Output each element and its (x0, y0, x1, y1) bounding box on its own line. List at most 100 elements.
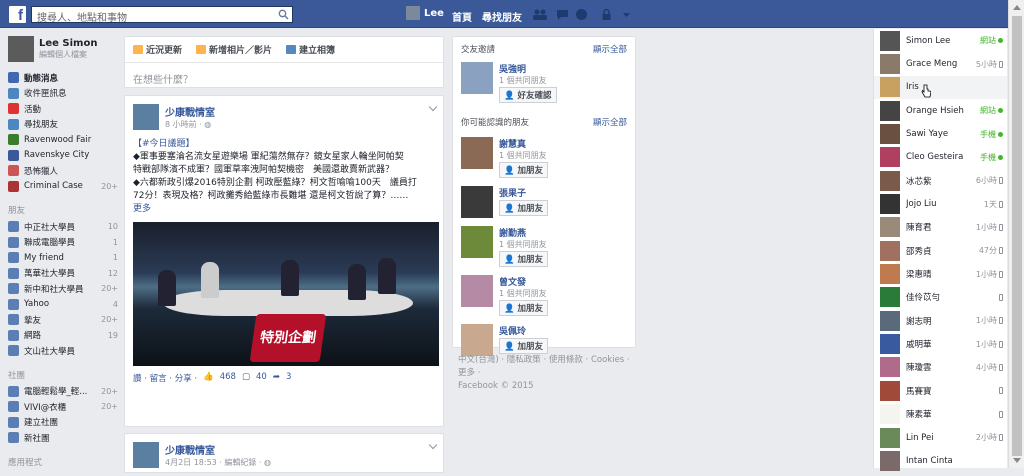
chat-contact[interactable]: 陳育君 1小時 (874, 216, 1007, 239)
avatar[interactable] (461, 324, 493, 356)
post-time[interactable]: 4月2日 18:53 · 編輯紀錄 · (165, 458, 264, 467)
messages-icon[interactable] (556, 8, 569, 21)
profile-link[interactable]: Lee Simon 編輯個人檔案 (8, 36, 118, 62)
sidebar-item[interactable]: Ravenskye City (8, 148, 118, 164)
add-friend-button[interactable]: 👤 加朋友 (499, 338, 549, 354)
status-input[interactable]: 在想些什麼？ (125, 63, 443, 94)
friend-requests-icon[interactable] (532, 8, 548, 21)
add-friend-button[interactable]: 👤 加朋友 (499, 300, 549, 316)
confirm-request-button[interactable]: 👤 好友確認 (499, 87, 557, 103)
page-avatar[interactable] (133, 442, 159, 468)
sidebar-item[interactable]: 電腦輕鬆學_輕... 20+ (8, 384, 118, 400)
see-all-requests-link[interactable]: 顯示全部 (593, 43, 627, 55)
find-friends-link[interactable]: 尋找朋友 (482, 9, 522, 24)
sidebar-item[interactable]: 新中和社大學員 20+ (8, 281, 118, 297)
search-input[interactable]: 搜尋人、地點和事物 (31, 6, 293, 24)
page-name-link[interactable]: 少康戰情室 (165, 104, 215, 119)
sidebar-item[interactable]: VIVI@衣櫃 20+ (8, 399, 118, 415)
sidebar-item[interactable]: 動態消息 (8, 70, 118, 86)
sidebar-item[interactable]: 建立社團 (8, 415, 118, 431)
chat-contact[interactable]: Simon Lee 網站 (874, 29, 1007, 52)
person-name-link[interactable]: 吳佩玲 (499, 324, 548, 337)
facebook-logo[interactable]: f (9, 6, 26, 24)
mutual-friends[interactable]: 1 個共同朋友 (499, 288, 548, 299)
sidebar-item[interactable]: Ravenwood Fair (8, 132, 118, 148)
chat-contact[interactable]: Sawi Yaye 手機 (874, 122, 1007, 145)
mutual-friends[interactable]: 1 個共同朋友 (499, 239, 548, 250)
sidebar-item[interactable]: 活動 (8, 101, 118, 117)
sidebar-item[interactable]: Yahoo 4 (8, 297, 118, 313)
scrollbar-thumb[interactable] (1012, 16, 1022, 456)
add-friend-button[interactable]: 👤 加朋友 (499, 200, 549, 216)
sidebar-item[interactable]: 尋找朋友 (8, 117, 118, 133)
person-name-link[interactable]: 曾文發 (499, 275, 548, 288)
chat-contact[interactable]: Jojo Liu 1天 (874, 192, 1007, 215)
person-name-link[interactable]: 吳強明 (499, 62, 557, 75)
hashtag-link[interactable]: 【#今日議題】 (133, 138, 435, 151)
footer-line[interactable]: 中文(台灣) · 隱私政策 · 使用條款 · Cookies · (458, 354, 636, 367)
person-name-link[interactable]: 張果子 (499, 186, 548, 199)
chat-contact[interactable]: 陳素華 (874, 403, 1007, 426)
chat-contact[interactable]: Grace Meng 5小時 (874, 52, 1007, 75)
sidebar-item[interactable]: Criminal Case 20+ (8, 179, 118, 195)
see-more-link[interactable]: 更多 (133, 203, 435, 216)
tab-status[interactable]: 近況更新 (133, 43, 182, 56)
chat-contact[interactable]: Lin Pei 2小時 (874, 426, 1007, 449)
search-icon[interactable] (278, 9, 289, 20)
notifications-globe-icon[interactable] (575, 8, 588, 21)
scroll-up-arrow[interactable] (1013, 5, 1021, 10)
top-user-link[interactable]: Lee (406, 6, 444, 20)
tab-photo[interactable]: 新增相片／影片 (196, 43, 272, 56)
edit-profile-link[interactable]: 編輯個人檔案 (39, 49, 97, 60)
chat-contact[interactable]: 戚明華 1小時 (874, 332, 1007, 355)
chat-contact[interactable]: 陳瓊雲 4小時 (874, 356, 1007, 379)
chat-contact[interactable]: 馬賽寶 (874, 379, 1007, 402)
chevron-down-icon[interactable] (622, 8, 631, 21)
mutual-friends[interactable]: 1 個共同朋友 (499, 150, 548, 161)
avatar[interactable] (461, 62, 493, 94)
avatar[interactable] (461, 226, 493, 258)
chat-contact[interactable]: 邵秀貞 47分 (874, 239, 1007, 262)
page-name-link[interactable]: 少康戰情室 (165, 442, 271, 457)
chat-contact[interactable]: 梁惠晴 1小時 (874, 262, 1007, 285)
sidebar-item[interactable]: 聯成電腦學員 1 (8, 235, 118, 251)
like-count[interactable]: 468 (220, 372, 236, 384)
mutual-friends[interactable]: 1 個共同朋友 (499, 75, 557, 86)
add-friend-button[interactable]: 👤 加朋友 (499, 251, 549, 267)
privacy-lock-icon[interactable] (600, 8, 613, 21)
tab-album[interactable]: 建立相簿 (286, 43, 335, 56)
post-time[interactable]: 8 小時前 · (165, 120, 204, 129)
scroll-down-arrow[interactable] (1013, 458, 1021, 463)
chat-contact[interactable]: 謝志明 1小時 (874, 309, 1007, 332)
chat-contact[interactable]: 佳伶苡勻 (874, 286, 1007, 309)
see-all-pymk-link[interactable]: 顯示全部 (593, 116, 627, 128)
footer-line[interactable]: 更多 · (458, 367, 636, 380)
sidebar-item[interactable]: 恐怖獵人 (8, 163, 118, 179)
sidebar-item[interactable]: 萬華社大學員 12 (8, 266, 118, 282)
person-name-link[interactable]: 謝慧真 (499, 137, 548, 150)
sidebar-item[interactable]: 摯友 20+ (8, 312, 118, 328)
avatar[interactable] (461, 275, 493, 307)
sidebar-item[interactable]: My friend 1 (8, 250, 118, 266)
sidebar-item[interactable]: 文山社大學員 (8, 343, 118, 359)
chat-contact[interactable]: Iris (874, 75, 1007, 100)
chat-contact[interactable]: 冰芯紫 6小時 (874, 169, 1007, 192)
comment-count[interactable]: 40 (256, 372, 267, 384)
post-actions-links[interactable]: 讚 · 留言 · 分享 · (133, 372, 197, 384)
add-friend-button[interactable]: 👤 加朋友 (499, 162, 549, 178)
sidebar-item[interactable]: 網路 19 (8, 328, 118, 344)
avatar[interactable] (461, 137, 493, 169)
share-count[interactable]: 3 (286, 372, 291, 384)
sidebar-item[interactable]: 中正社大學員 10 (8, 219, 118, 235)
scrollbar[interactable] (1008, 0, 1024, 468)
chat-contact[interactable]: Orange Hsieh 網站 (874, 99, 1007, 122)
home-link[interactable]: 首頁 (452, 9, 472, 24)
person-name-link[interactable]: 謝勤燕 (499, 226, 548, 239)
sidebar-item[interactable]: 新社團 (8, 430, 118, 446)
chat-contact[interactable]: Intan Cinta (874, 449, 1007, 472)
page-avatar[interactable] (133, 104, 159, 130)
post-image[interactable]: 特別企劃 (133, 222, 439, 366)
avatar[interactable] (461, 186, 493, 218)
sidebar-item[interactable]: 收件匣訊息 (8, 86, 118, 102)
chat-contact[interactable]: Cleo Gesteira 手機 (874, 146, 1007, 169)
